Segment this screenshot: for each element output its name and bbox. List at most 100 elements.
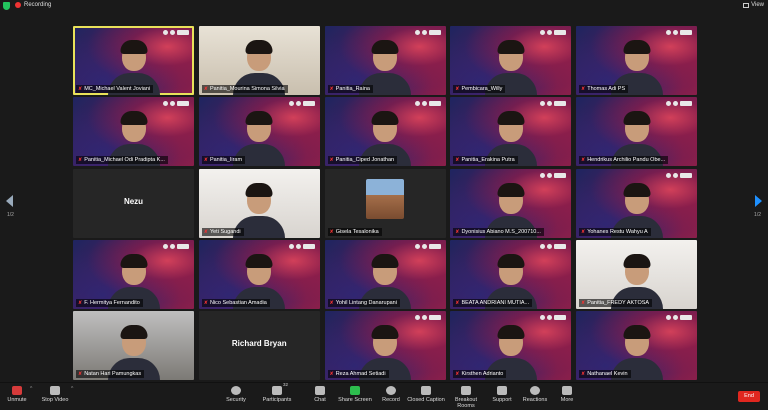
muted-mic-icon: ✘: [329, 228, 334, 235]
participant-tile[interactable]: ✘ Panitia_Erakina Putra: [450, 97, 572, 167]
security-button[interactable]: Security: [216, 386, 256, 403]
participant-tile[interactable]: ✘ F. Hermitya Fernandito: [73, 239, 194, 309]
shield-icon[interactable]: [3, 2, 10, 10]
participant-tile[interactable]: ✘ Dyonisius Abiano M.S_200710...: [450, 168, 572, 238]
reactions-smiley-icon: [530, 386, 540, 395]
next-page-arrow-icon[interactable]: [755, 195, 762, 207]
participant-name-tag: ✘ Panitia_Mourina Simona Silvia: [201, 85, 288, 93]
participants-label: Participants: [262, 397, 292, 403]
participant-name-tag: ✘ Gisela Tesalonika: [327, 227, 382, 236]
participant-name-tag: ✘ Panitia_Erakina Putra: [453, 156, 518, 165]
end-meeting-button[interactable]: End: [738, 391, 760, 402]
security-label: Security: [226, 397, 246, 403]
participant-tile[interactable]: ✘ MC_Michael Valent Joviani: [73, 26, 194, 95]
participant-tile[interactable]: ✘ Yohanes Restu Wahyu A: [576, 168, 697, 238]
participant-name-tag: ✘ Pembicara_Willy: [453, 85, 506, 93]
participants-button[interactable]: 32 Participants: [257, 382, 297, 403]
record-button[interactable]: Record: [371, 386, 411, 403]
previous-page-arrow-icon[interactable]: [6, 195, 13, 207]
participant-name-tag: ✘ Panitia_Ciped Jonathan: [327, 156, 398, 165]
participant-tile[interactable]: ✘ Panitia_Mourina Simona Silvia: [198, 26, 320, 95]
breakout-rooms-button[interactable]: Breakout Rooms: [446, 386, 486, 409]
muted-mic-icon: ✘: [203, 157, 208, 164]
muted-mic-icon: ✘: [329, 157, 334, 164]
participant-tile[interactable]: ✘ Panitia_FREDY AKTOSA: [576, 239, 697, 309]
more-button[interactable]: More: [547, 386, 587, 403]
participant-name: Panitia_Raina: [335, 86, 370, 92]
participants-count: 32: [283, 382, 289, 387]
muted-mic-icon: ✘: [455, 86, 460, 92]
video-options-caret-icon[interactable]: ^: [71, 386, 73, 392]
event-logos-icon: [666, 101, 692, 107]
audio-options-caret-icon[interactable]: ^: [30, 386, 32, 392]
participant-name: Pembicara_Willy: [461, 86, 503, 92]
participant-tile[interactable]: ✘ Pembicara_Willy: [450, 26, 572, 95]
muted-mic-icon: ✘: [329, 86, 334, 92]
record-label: Record: [382, 397, 400, 403]
closed-caption-button[interactable]: Closed Caption: [406, 386, 446, 403]
closed-caption-icon: [421, 386, 431, 395]
participants-icon: 32: [272, 382, 288, 395]
participant-name: Panitia_Iiram: [209, 157, 243, 164]
participant-tile[interactable]: ✘ Thomas Adi PS: [576, 26, 697, 95]
participant-tile[interactable]: ✘ BEATA ANDRIANI MUTIA...: [450, 239, 572, 309]
shield-security-icon: [231, 386, 241, 395]
participant-tile[interactable]: ✘ Panitia_Iiram: [198, 97, 320, 167]
participant-tile[interactable]: ✘ Hendrikus Archilio Pandu Obe...: [576, 97, 697, 167]
participant-name-tag: ✘ Panitia_Raina: [327, 85, 373, 93]
participant-name: Nico Sebastian Amadia: [209, 299, 267, 306]
share-screen-button[interactable]: Share Screen: [335, 386, 375, 403]
participant-name: Yohil Lintang Danarupani: [335, 299, 397, 306]
event-logos-icon: [288, 243, 315, 249]
page-indicator-right: 1/2: [754, 212, 761, 218]
participant-name: Nathanael Kevin: [587, 371, 628, 377]
record-icon: [386, 386, 396, 395]
participant-name-tag: ✘ Thomas Adi PS: [579, 85, 629, 93]
participant-name: Dyonisius Abiano M.S_200710...: [461, 228, 541, 235]
event-logos-icon: [666, 172, 692, 178]
recording-indicator: Recording: [15, 2, 51, 8]
stop-video-button[interactable]: Stop Video: [35, 386, 75, 403]
event-logos-icon: [163, 30, 189, 35]
participant-name-tag: ✘ Reza Ahmad Setiadi: [327, 370, 389, 378]
participant-tile[interactable]: ✘ Panitia_Raina: [324, 26, 446, 95]
muted-mic-icon: ✘: [329, 299, 334, 306]
video-gallery-grid: ✘ MC_Michael Valent Joviani ✘ Panitia_Mouri…: [73, 26, 697, 380]
participant-name-tag: ✘ Hendrikus Archilio Pandu Obe...: [579, 156, 669, 165]
muted-mic-icon: ✘: [329, 371, 334, 377]
participant-tile[interactable]: ✘ Panitia_Ciped Jonathan: [324, 97, 446, 167]
event-logos-icon: [540, 315, 567, 320]
muted-mic-icon: ✘: [581, 86, 586, 92]
event-logos-icon: [666, 315, 692, 320]
event-logos-icon: [414, 315, 441, 320]
event-logos-icon: [288, 101, 315, 107]
participant-name-tag: ✘ Yeti Sugandi: [201, 227, 244, 236]
event-logos-icon: [540, 30, 567, 35]
event-logos-icon: [163, 243, 189, 249]
participant-tile[interactable]: Richard Bryan: [198, 311, 320, 380]
participant-tile[interactable]: ✘ Natan Hari Pamungkas: [73, 311, 194, 380]
chat-label: Chat: [314, 397, 326, 403]
event-logos-icon: [540, 101, 567, 107]
participant-tile[interactable]: ✘ Reza Ahmad Setiadi: [324, 311, 446, 380]
participant-tile[interactable]: ✘ Kirsthen Adrianto: [450, 311, 572, 380]
participant-name: MC_Michael Valent Joviani: [84, 86, 151, 92]
view-button[interactable]: View: [743, 2, 764, 8]
muted-mic-icon: ✘: [203, 299, 208, 306]
participant-tile[interactable]: ✘ Yohil Lintang Danarupani: [324, 239, 446, 309]
chat-button[interactable]: Chat: [300, 386, 340, 403]
participant-name: Panitia_Mourina Simona Silvia: [209, 86, 285, 92]
participant-tile[interactable]: ✘ Gisela Tesalonika: [324, 168, 446, 238]
meeting-toolbar: Unmute ^ Stop Video ^ Security 32 Partic…: [0, 382, 768, 410]
participant-tile[interactable]: ✘ Nico Sebastian Amadia: [198, 239, 320, 309]
participant-tile[interactable]: Nezu: [73, 168, 194, 238]
participant-name: BEATA ANDRIANI MUTIA...: [461, 299, 530, 306]
event-logos-icon: [163, 101, 189, 107]
event-logos-icon: [414, 30, 441, 35]
participant-tile[interactable]: ✘ Yeti Sugandi: [198, 168, 320, 238]
participant-tile[interactable]: ✘ Panitia_Michael Odi Pradipta K...: [73, 97, 194, 167]
participant-name-tag: ✘ Dyonisius Abiano M.S_200710...: [453, 227, 544, 236]
participant-name: Panitia_Michael Odi Pradipta K...: [84, 157, 165, 164]
participant-tile[interactable]: ✘ Nathanael Kevin: [576, 311, 697, 380]
participant-name-tag: ✘ Natan Hari Pamungkas: [76, 370, 145, 378]
